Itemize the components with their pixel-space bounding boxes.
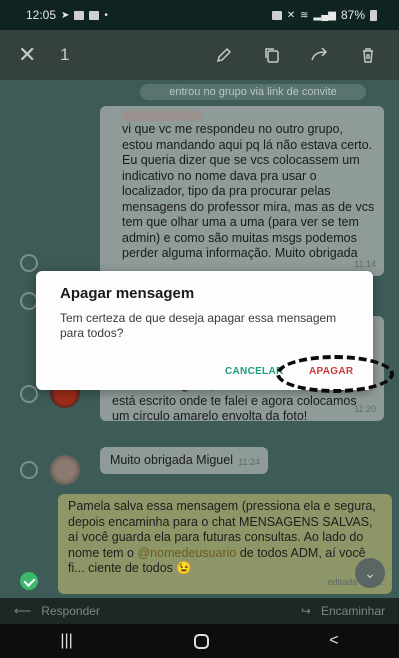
selected-count: 1 — [60, 45, 70, 64]
battery-icon — [370, 9, 377, 21]
forward-button[interactable]: ↪ Encaminhar — [301, 604, 385, 618]
scroll-down-button[interactable]: ⌄ — [355, 558, 385, 588]
sender-name-blurred — [122, 111, 202, 121]
dashed-circle-annotation — [276, 355, 394, 393]
message-text: vi que vc me respondeu no outro grupo, e… — [122, 122, 375, 260]
alarm-icon — [271, 10, 282, 20]
mute-icon: ✕ — [286, 9, 296, 21]
battery-level: 87% — [340, 8, 365, 22]
cancel-button[interactable]: CANCELAR — [225, 366, 284, 377]
status-bar: 12:05 ➤ • ✕ ≋ ▂▄▆ 87% — [0, 0, 399, 30]
select-radio[interactable] — [20, 461, 38, 479]
message-icon — [89, 10, 100, 20]
gallery-icon — [74, 10, 85, 20]
chevron-down-icon: ⌄ — [364, 564, 376, 581]
forward-arrow-icon: ↪ — [300, 604, 311, 618]
app-screen: 12:05 ➤ • ✕ ≋ ▂▄▆ 87% ✕ 1 entrou no grup… — [0, 0, 399, 658]
message-time: 11:14 — [354, 258, 376, 269]
message-time: 11:20 — [354, 403, 376, 414]
dialog-message: Tem certeza de que deseja apagar essa me… — [60, 311, 337, 340]
wifi-icon: ≋ — [300, 9, 309, 21]
signal-icon: ▂▄▆ — [313, 9, 336, 21]
reply-icon: ⟵ — [14, 604, 32, 618]
avatar[interactable] — [50, 455, 80, 485]
bottom-action-bar: ⟵ Responder ↪ Encaminhar — [0, 598, 399, 624]
reply-label: Responder — [41, 604, 100, 618]
message-bubble[interactable]: vi que vc me respondeu no outro grupo, e… — [100, 106, 384, 276]
system-message: entrou no grupo via link de convite — [140, 84, 366, 100]
message-bubble[interactable]: Muito obrigada Miguel 11:24 — [100, 447, 268, 474]
reply-button[interactable]: ⟵ Responder — [14, 604, 100, 618]
system-nav-bar: ||| < — [0, 624, 399, 658]
copy-icon[interactable] — [259, 42, 285, 68]
recents-icon[interactable]: ||| — [60, 632, 72, 650]
clock: 12:05 — [26, 8, 57, 22]
selection-toolbar: ✕ 1 — [0, 30, 399, 80]
send-icon: ➤ — [61, 9, 70, 21]
username-mention[interactable]: @nomedeusuario — [137, 546, 236, 560]
message-bubble-selected[interactable]: Pamela salva essa mensagem (pressiona el… — [58, 494, 392, 594]
dialog-title: Apagar mensagem — [60, 285, 195, 302]
dot-icon: • — [104, 9, 108, 21]
delete-icon[interactable] — [355, 42, 381, 68]
select-radio[interactable] — [20, 385, 38, 403]
edit-icon[interactable] — [211, 42, 237, 68]
message-text: Muito obrigada Miguel — [110, 453, 233, 467]
close-selection-button[interactable]: ✕ — [18, 42, 48, 68]
message-time: 11:24 — [238, 456, 260, 467]
forward-label: Encaminhar — [320, 604, 385, 618]
selected-radio[interactable] — [20, 572, 38, 590]
home-icon[interactable] — [193, 633, 209, 649]
back-icon[interactable]: < — [329, 632, 338, 650]
select-radio[interactable] — [20, 254, 38, 272]
forward-icon[interactable] — [307, 42, 333, 68]
